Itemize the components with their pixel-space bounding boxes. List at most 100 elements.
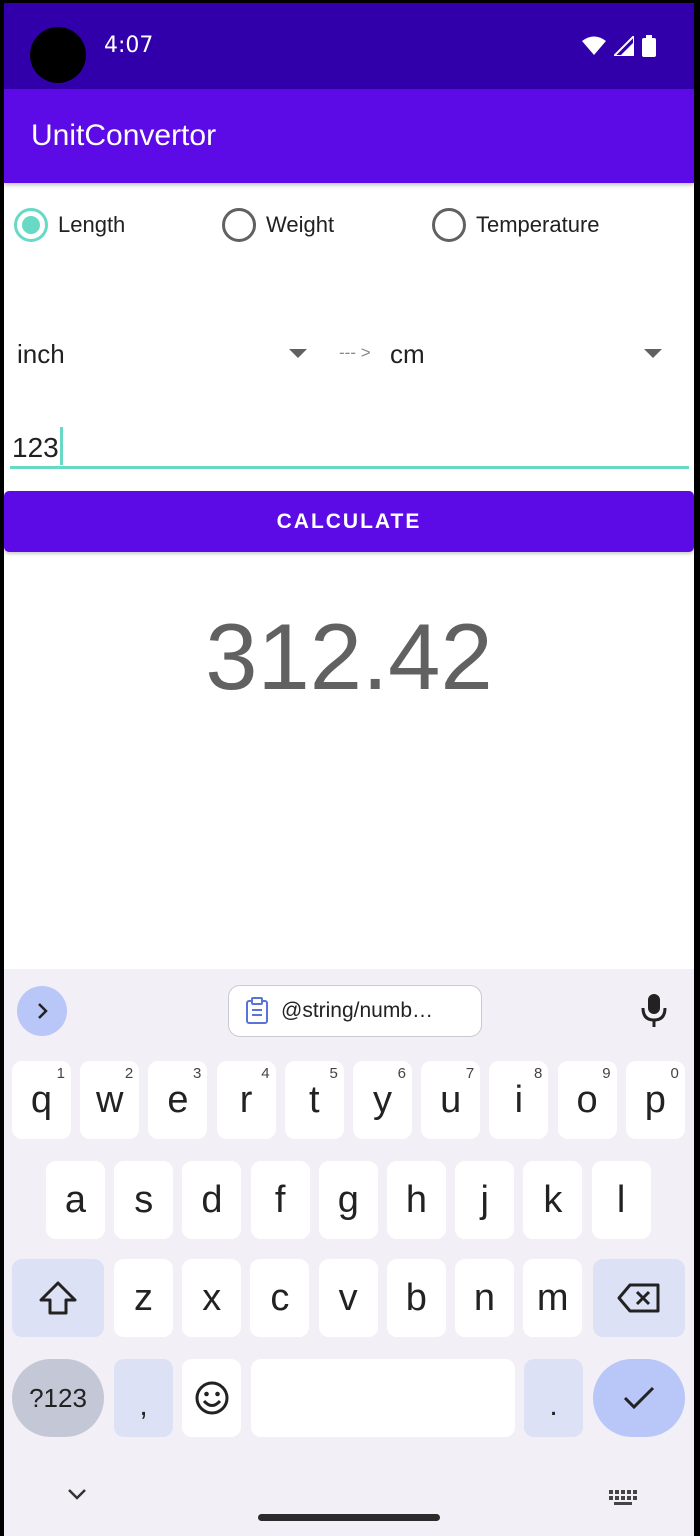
backspace-icon	[617, 1283, 660, 1313]
key-a[interactable]: a	[46, 1161, 105, 1239]
keyboard-toolbar: @string/numb…	[4, 969, 694, 1055]
key-l[interactable]: l	[591, 1161, 651, 1239]
key-n[interactable]: n	[455, 1259, 514, 1337]
space-key[interactable]	[251, 1359, 515, 1437]
emoji-key[interactable]	[182, 1359, 241, 1437]
key-j-label: j	[480, 1178, 489, 1221]
app-title: UnitConvertor	[31, 119, 217, 152]
key-r-hint: 4	[261, 1065, 270, 1082]
from-unit-value: inch	[17, 338, 65, 369]
key-z-label: z	[134, 1276, 153, 1319]
to-unit-dropdown-icon[interactable]	[644, 349, 662, 358]
from-unit-dropdown-icon[interactable]	[289, 349, 307, 358]
key-h-label: h	[405, 1178, 428, 1221]
chevron-down-icon[interactable]	[66, 1487, 88, 1501]
key-t-label: t	[309, 1078, 320, 1121]
clipboard-icon	[246, 997, 268, 1024]
key-i[interactable]: i8	[489, 1061, 549, 1139]
key-i-label: i	[514, 1078, 524, 1121]
key-b[interactable]: b	[386, 1259, 446, 1337]
key-h[interactable]: h	[387, 1161, 446, 1239]
key-s[interactable]: s	[114, 1161, 174, 1239]
period-key[interactable]: .	[524, 1359, 583, 1437]
key-z[interactable]: z	[114, 1259, 173, 1337]
value-input-text: 123	[12, 427, 63, 465]
camera-cutout	[30, 27, 86, 83]
shift-key[interactable]	[12, 1259, 104, 1337]
key-y-label: y	[373, 1078, 392, 1121]
radio-temperature-label: Temperature	[476, 212, 600, 237]
calculate-button[interactable]: CALCULATE	[4, 491, 694, 552]
soft-keyboard: @string/numb… ?123 , . q 1 w 2 e 3 r 4 t…	[4, 969, 694, 1536]
symbols-key[interactable]: ?123	[12, 1359, 104, 1437]
backspace-key[interactable]	[593, 1259, 685, 1337]
radio-weight-label: Weight	[266, 212, 335, 237]
voice-input-button[interactable]	[640, 993, 668, 1033]
radio-temperature[interactable]: Temperature	[432, 203, 600, 247]
key-w-label: w	[95, 1078, 124, 1121]
keyboard-icon[interactable]	[608, 1489, 638, 1507]
key-d-label: d	[201, 1178, 223, 1221]
shift-icon	[39, 1281, 77, 1315]
clipboard-chip-text: @string/numb…	[281, 999, 434, 1022]
check-icon	[623, 1386, 655, 1410]
key-y-hint: 6	[397, 1065, 406, 1082]
key-w[interactable]: w2	[80, 1061, 140, 1139]
key-o-hint: 9	[602, 1065, 611, 1082]
key-f[interactable]: f	[250, 1161, 310, 1239]
key-c[interactable]: c	[250, 1259, 310, 1337]
key-m-label: m	[536, 1276, 569, 1319]
home-gesture-bar[interactable]	[258, 1514, 440, 1521]
enter-key[interactable]	[593, 1359, 685, 1437]
radio-length[interactable]: Length	[14, 203, 125, 247]
key-e-label: e	[167, 1078, 189, 1121]
to-unit-value: cm	[390, 338, 425, 369]
key-n-label: n	[473, 1276, 496, 1319]
key-j[interactable]: j	[455, 1161, 515, 1239]
text-cursor	[59, 427, 63, 465]
key-s-label: s	[134, 1178, 154, 1221]
from-unit-spinner[interactable]: inch	[17, 331, 317, 377]
emoji-icon	[195, 1381, 228, 1415]
signal-icon	[614, 36, 634, 56]
key-o[interactable]: o9	[557, 1061, 617, 1139]
key-g[interactable]: g	[318, 1161, 378, 1239]
toolbar-expand-button[interactable]	[17, 986, 67, 1036]
key-x-label: x	[202, 1276, 222, 1319]
key-b-label: b	[405, 1276, 427, 1319]
key-u-label: u	[440, 1078, 462, 1121]
key-e-hint: 3	[193, 1065, 202, 1082]
app-bar: UnitConvertor	[4, 89, 694, 183]
key-y[interactable]: y6	[353, 1061, 412, 1139]
key-r[interactable]: r4	[216, 1061, 276, 1139]
app-screen: 4:07 UnitConvertor Length Weight Tempera…	[4, 3, 694, 1536]
radio-weight[interactable]: Weight	[222, 203, 334, 247]
key-e[interactable]: e3	[148, 1061, 208, 1139]
clipboard-suggestion-chip[interactable]: @string/numb…	[228, 985, 482, 1037]
to-unit-spinner[interactable]: cm	[390, 331, 680, 377]
key-f-label: f	[274, 1178, 286, 1221]
key-q-hint: 1	[56, 1065, 65, 1082]
key-m[interactable]: m	[523, 1259, 583, 1337]
status-icons	[582, 35, 656, 57]
chevron-right-icon	[38, 1003, 48, 1019]
key-o-label: o	[576, 1078, 598, 1121]
key-l-label: l	[616, 1178, 626, 1221]
status-bar: 4:07	[4, 3, 694, 89]
key-q-label: q	[30, 1078, 53, 1121]
key-v[interactable]: v	[318, 1259, 378, 1337]
key-x[interactable]: x	[182, 1259, 242, 1337]
key-a-label: a	[64, 1178, 87, 1221]
key-d[interactable]: d	[182, 1161, 242, 1239]
radio-length-indicator	[14, 208, 48, 242]
key-p[interactable]: p0	[625, 1061, 685, 1139]
key-q[interactable]: q1	[12, 1061, 71, 1139]
key-t[interactable]: t5	[284, 1061, 344, 1139]
key-u[interactable]: u7	[421, 1061, 481, 1139]
status-time: 4:07	[104, 33, 154, 58]
comma-key[interactable]: ,	[114, 1359, 173, 1437]
key-k-label: k	[543, 1178, 563, 1221]
key-g-label: g	[337, 1178, 359, 1221]
key-k[interactable]: k	[523, 1161, 583, 1239]
value-input[interactable]: 123	[10, 421, 689, 469]
